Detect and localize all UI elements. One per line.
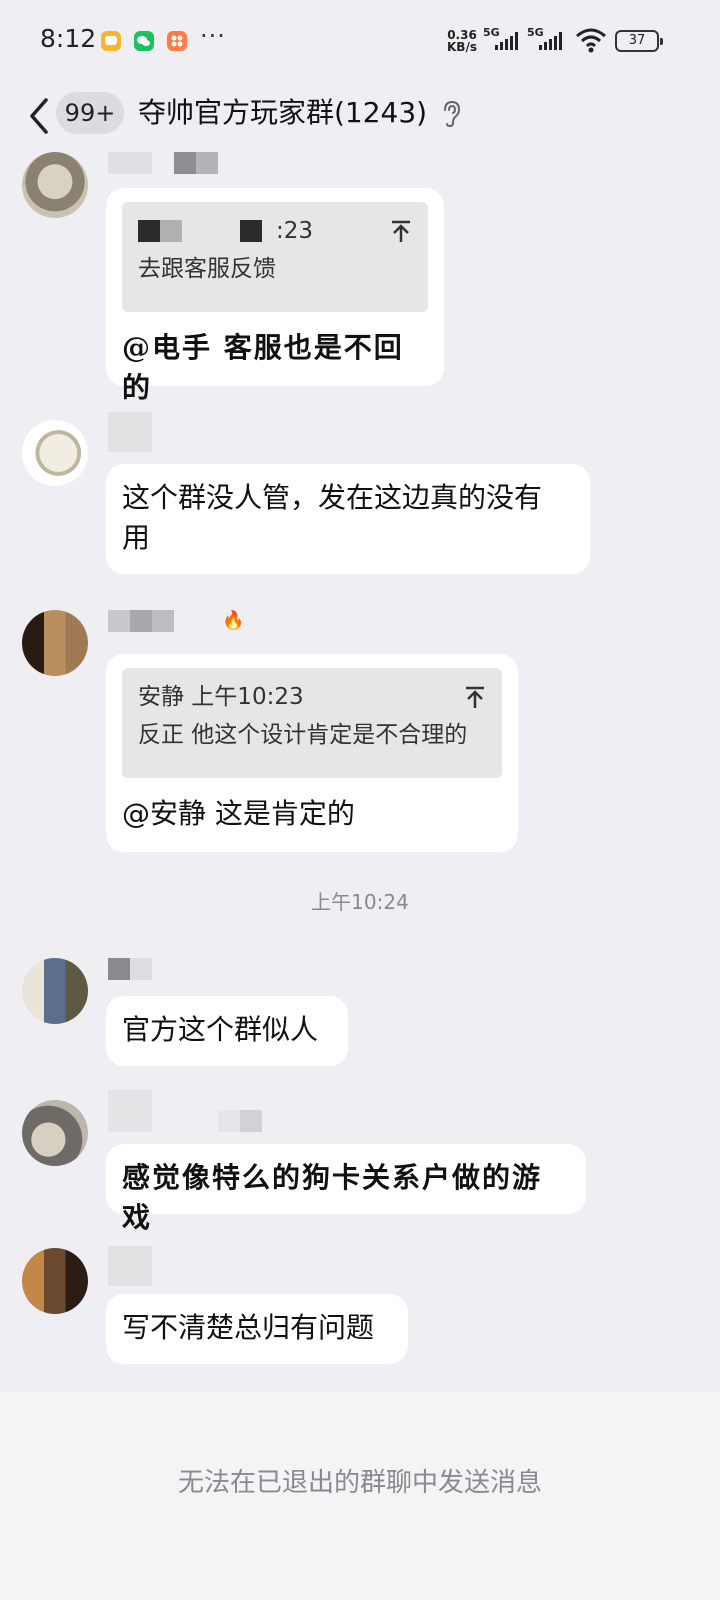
left-group-notice: 无法在已退出的群聊中发送消息 (177, 1468, 542, 1498)
network-speed: 0.36 KB/s (447, 28, 477, 54)
message-text-line: 用 (122, 521, 151, 554)
sender-name-redacted (108, 152, 218, 174)
message-text: @安静 这是肯定的 (122, 797, 355, 830)
quoted-message[interactable]: :23 去跟客服反馈 (122, 202, 428, 312)
unread-count-badge[interactable]: 99+ (56, 92, 124, 134)
sender-name-redacted (108, 1090, 262, 1132)
message-text-line: 这个群没人管，发在这边真的没有 (122, 481, 543, 514)
chat-header: 99+ 夺帅官方玩家群(1243) (0, 82, 720, 152)
avatar[interactable] (22, 1248, 88, 1314)
message-bubble[interactable]: 这个群没人管，发在这边真的没有 用 (106, 464, 590, 574)
message-bubble[interactable]: 安静 上午10:23 反正 他这个设计肯定是不合理的 @安静 这是肯定的 (106, 654, 518, 852)
back-icon[interactable] (26, 94, 56, 138)
sender-name-redacted (108, 958, 152, 980)
jump-to-original-icon[interactable] (464, 686, 486, 710)
message-bubble[interactable]: 写不清楚总归有问题 (106, 1294, 408, 1364)
avatar[interactable] (22, 1100, 88, 1166)
quote-author-time: 安静 上午10:23 (138, 684, 304, 710)
wifi-icon (576, 28, 606, 53)
status-time: 8:12 (40, 24, 97, 53)
ear-icon[interactable] (440, 100, 462, 128)
message-text: 官方这个群似人 (122, 1013, 319, 1046)
avatar[interactable] (22, 610, 88, 676)
group-title[interactable]: 夺帅官方玩家群(1243) (138, 92, 427, 134)
more-notifications-icon: ··· (200, 22, 226, 50)
quote-text: 去跟客服反馈 (138, 256, 276, 282)
message-text: 写不清楚总归有问题 (122, 1311, 375, 1344)
battery-icon: 37 (615, 30, 663, 52)
avatar[interactable] (22, 958, 88, 1024)
message-bubble[interactable]: 感觉像特么的狗卡关系户做的游戏 (106, 1144, 586, 1234)
quote-text: 反正 他这个设计肯定是不合理的 (138, 722, 468, 748)
message-bubble[interactable]: 官方这个群似人 (106, 996, 348, 1066)
quote-time: :23 (276, 218, 314, 244)
avatar[interactable] (22, 152, 88, 218)
sender-name-redacted (108, 1246, 152, 1286)
message-text: 感觉像特么的狗卡关系户做的游戏 (122, 1161, 543, 1234)
messages-app-icon (101, 31, 121, 51)
message-bubble[interactable]: :23 去跟客服反馈 @电手 客服也是不回的 (106, 188, 444, 404)
fire-badge-icon: 🔥 (222, 610, 245, 631)
wechat-app-icon (134, 31, 154, 51)
avatar[interactable] (22, 420, 88, 486)
app-store-icon (167, 31, 187, 51)
jump-to-original-icon[interactable] (390, 220, 412, 244)
quoted-message[interactable]: 安静 上午10:23 反正 他这个设计肯定是不合理的 (122, 668, 502, 778)
sender-name-redacted: 🔥 (108, 610, 246, 632)
chat-timestamp: 上午10:24 (311, 890, 409, 914)
status-bar: 8:12 ··· 0.36 KB/s 5G 5G 37 (0, 0, 720, 82)
message-text: @电手 客服也是不回的 (122, 331, 404, 404)
input-disabled-bar: 无法在已退出的群聊中发送消息 (0, 1392, 720, 1600)
sender-name-redacted (108, 412, 152, 452)
